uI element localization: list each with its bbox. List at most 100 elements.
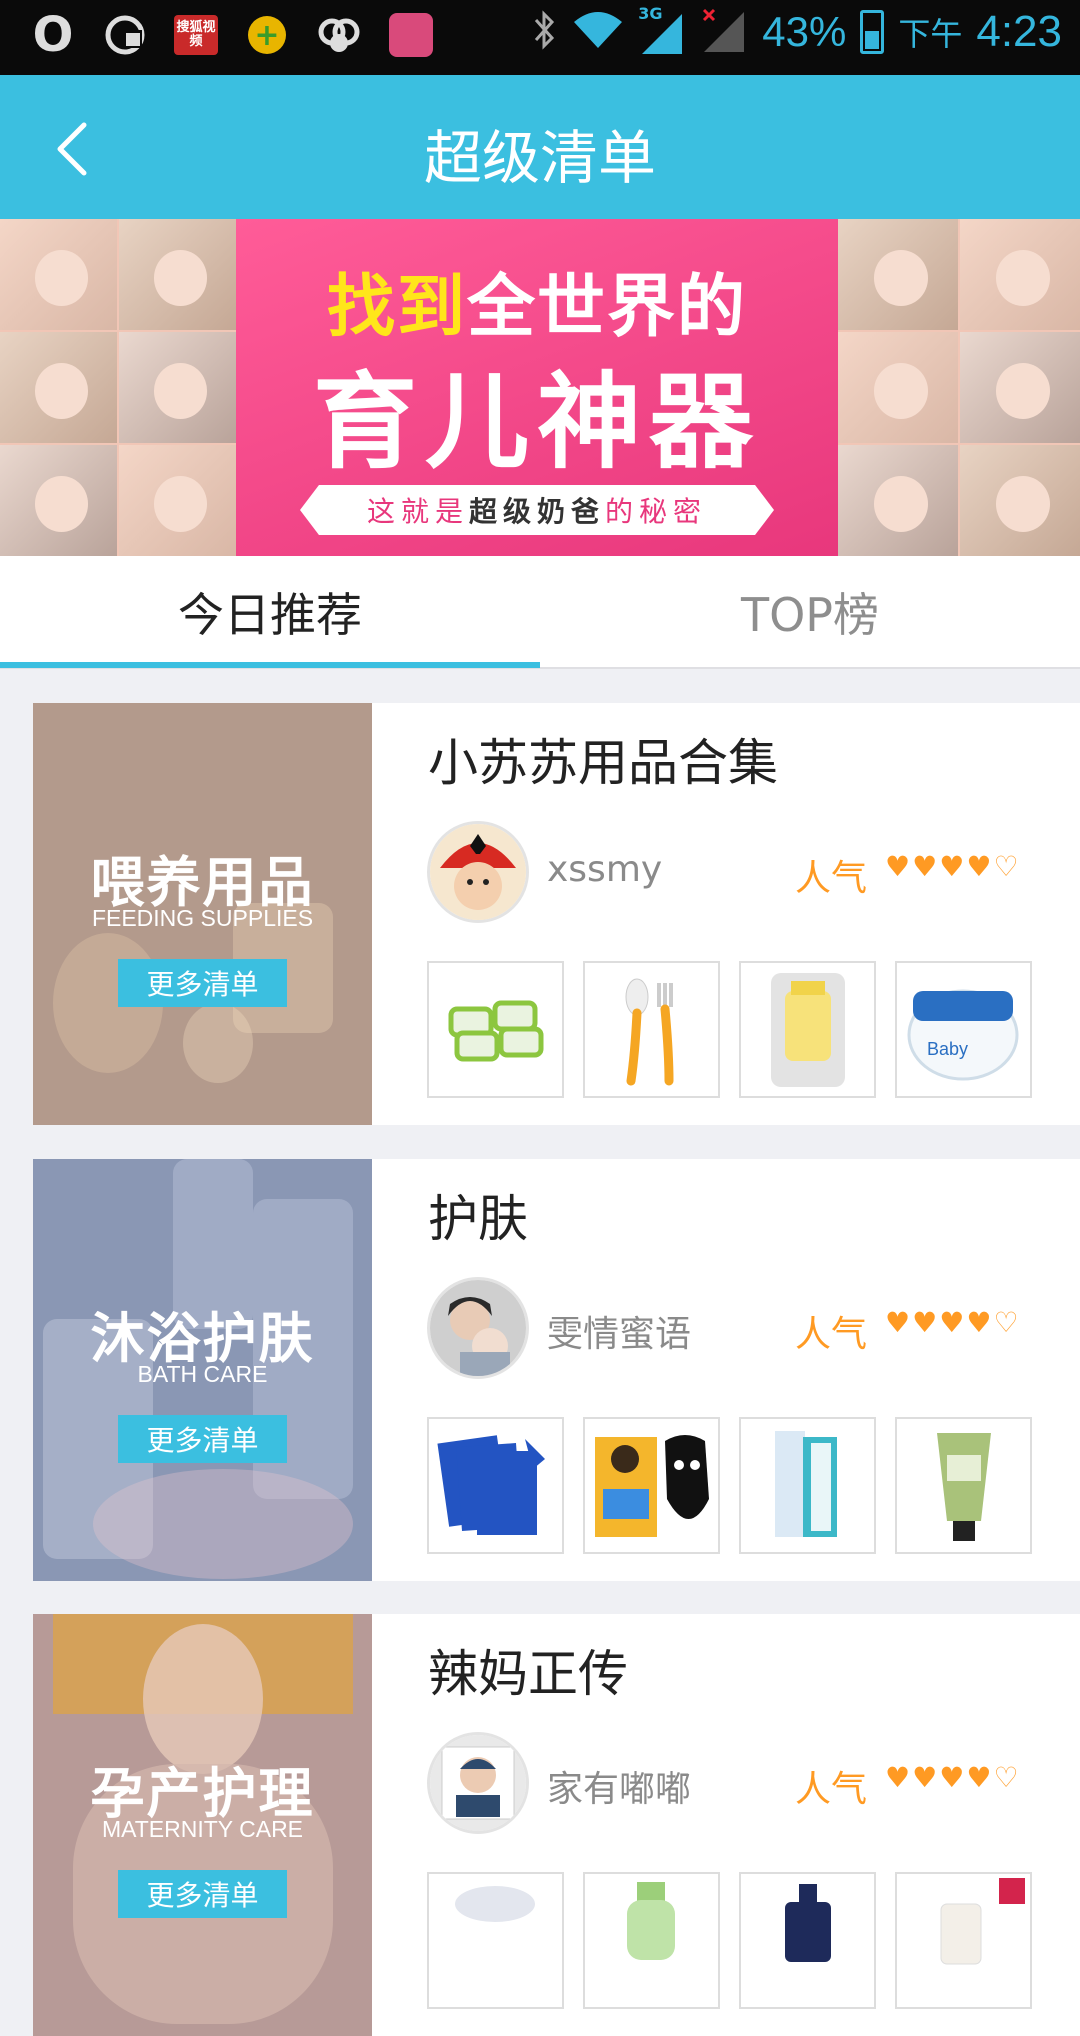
list-card[interactable]: 沐浴护肤 BATH CARE 更多清单 护肤 雯情蜜语 人气 ♥ ♥ ♥ ♥ ♡	[33, 1159, 1080, 1581]
baby-photo	[960, 332, 1080, 443]
author-name[interactable]: xssmy	[547, 849, 662, 890]
list-title[interactable]: 护肤	[428, 1179, 528, 1251]
popularity-rating: ♥ ♥ ♥ ♥ ♡	[885, 853, 1019, 881]
signal-3g-icon: 3G	[638, 4, 686, 56]
more-lists-button[interactable]: 更多清单	[118, 1870, 287, 1918]
sohu-video-icon: 搜狐视频	[174, 15, 218, 55]
popularity-label: 人气	[795, 1769, 868, 1810]
app-header: 超级清单	[0, 75, 1080, 219]
bluetooth-icon	[530, 8, 558, 56]
baby-photo	[119, 219, 236, 330]
heart-filled-icon: ♥	[912, 850, 938, 883]
popularity-rating: ♥ ♥ ♥ ♥ ♡	[885, 1764, 1019, 1792]
page-title: 超级清单	[423, 124, 656, 192]
signal-no-sim-icon	[700, 6, 748, 58]
product-thumbnails: Baby	[427, 961, 1032, 1098]
pink-app-icon	[388, 12, 434, 58]
heart-filled-icon: ♥	[885, 1306, 911, 1339]
product-silhouette	[183, 1003, 253, 1083]
baby-photo	[960, 445, 1080, 556]
svg-text:Baby: Baby	[927, 1039, 968, 1059]
ribbon-suffix: 的秘密	[605, 495, 708, 528]
heart-filled-icon: ♥	[885, 850, 911, 883]
banner-main-title: 育儿神器	[312, 361, 761, 483]
product-thumbnail[interactable]	[895, 1872, 1032, 2009]
heart-outline-icon: ♡	[993, 1761, 1019, 1794]
heart-filled-icon: ♥	[966, 1761, 992, 1794]
product-thumbnail[interactable]	[583, 961, 720, 1098]
cross-app-icon: +	[244, 12, 290, 58]
network-type-label: 3G	[638, 4, 663, 23]
banner-ribbon: 这就是 超级奶爸 的秘密	[300, 485, 774, 535]
baby-photo	[119, 332, 236, 443]
baby-photo	[838, 332, 958, 443]
list-title[interactable]: 辣妈正传	[428, 1634, 628, 1706]
baby-photo	[838, 219, 958, 330]
category-cover[interactable]: 孕产护理 MATERNITY CARE 更多清单	[33, 1614, 372, 2036]
cover-title-en: FEEDING SUPPLIES	[91, 905, 314, 931]
banner-headline-panel: 找到全世界的 育儿神器 这就是 超级奶爸 的秘密	[236, 219, 838, 556]
ribbon-prefix: 这就是	[366, 495, 469, 528]
tab-active-indicator	[0, 662, 540, 668]
product-thumbnails	[427, 1417, 1032, 1554]
product-silhouette	[93, 1469, 353, 1579]
product-thumbnail[interactable]	[739, 1417, 876, 1554]
wifi-icon	[572, 8, 624, 56]
popularity-rating: ♥ ♥ ♥ ♥ ♡	[885, 1309, 1019, 1337]
product-thumbnail[interactable]	[583, 1872, 720, 2009]
gallery-app-icon	[316, 12, 362, 58]
more-lists-button[interactable]: 更多清单	[118, 1415, 287, 1463]
list-card[interactable]: 喂养用品 FEEDING SUPPLIES 更多清单 小苏苏用品合集 xssmy…	[33, 703, 1080, 1125]
battery-percent: 43%	[762, 8, 847, 55]
cover-title-en: MATERNITY CARE	[101, 1816, 304, 1842]
product-thumbnail[interactable]	[739, 961, 876, 1098]
product-thumbnail[interactable]	[427, 1872, 564, 2009]
avatar[interactable]	[427, 1732, 529, 1834]
heart-filled-icon: ♥	[885, 1761, 911, 1794]
list-title[interactable]: 小苏苏用品合集	[428, 723, 778, 795]
avatar[interactable]	[427, 1277, 529, 1379]
more-lists-button[interactable]: 更多清单	[118, 959, 287, 1007]
ribbon-bold: 超级奶爸	[468, 495, 605, 528]
heart-filled-icon: ♥	[966, 1306, 992, 1339]
heart-filled-icon: ♥	[912, 1306, 938, 1339]
status-bar-system: 3G 43% 下午 4:23	[530, 4, 1062, 58]
heart-filled-icon: ♥	[939, 1306, 965, 1339]
category-cover[interactable]: 沐浴护肤 BATH CARE 更多清单	[33, 1159, 372, 1581]
battery-icon	[860, 10, 885, 54]
heart-outline-icon: ♡	[993, 850, 1019, 883]
product-thumbnail[interactable]: Baby	[895, 961, 1032, 1098]
status-bar: O 搜狐视频 + 3G 43% 下午 4:23	[0, 0, 1080, 75]
heart-filled-icon: ♥	[939, 850, 965, 883]
product-thumbnail[interactable]	[583, 1417, 720, 1554]
author-name[interactable]: 家有嘟嘟	[547, 1760, 691, 1812]
product-thumbnail[interactable]	[895, 1417, 1032, 1554]
heart-filled-icon: ♥	[966, 850, 992, 883]
baby-photo	[0, 332, 117, 443]
tab-today-recommend[interactable]: 今日推荐	[0, 556, 540, 667]
list-card[interactable]: 孕产护理 MATERNITY CARE 更多清单 辣妈正传 家有嘟嘟 人气 ♥ …	[33, 1614, 1080, 2036]
banner-photo-grid-right	[838, 219, 1080, 556]
tab-top-list[interactable]: TOP榜	[540, 556, 1080, 667]
baby-photo	[0, 219, 117, 330]
banner-headline-highlight: 找到	[326, 268, 467, 347]
promo-banner[interactable]: 找到全世界的 育儿神器 这就是 超级奶爸 的秘密	[0, 219, 1080, 556]
avatar[interactable]	[427, 821, 529, 923]
product-thumbnail[interactable]	[427, 961, 564, 1098]
product-thumbnail[interactable]	[739, 1872, 876, 2009]
author-name[interactable]: 雯情蜜语	[547, 1305, 691, 1357]
tab-bar: 今日推荐 TOP榜	[0, 556, 1080, 669]
category-cover[interactable]: 喂养用品 FEEDING SUPPLIES 更多清单	[33, 703, 372, 1125]
banner-headline: 找到全世界的	[236, 251, 838, 350]
baby-photo	[960, 219, 1080, 330]
clock: 4:23	[976, 7, 1062, 56]
baidu-icon	[102, 12, 148, 58]
heart-filled-icon: ♥	[939, 1761, 965, 1794]
product-thumbnail[interactable]	[427, 1417, 564, 1554]
cover-title-en: BATH CARE	[137, 1361, 268, 1387]
baby-photo	[119, 445, 236, 556]
status-bar-notifications: O 搜狐视频 +	[30, 8, 434, 61]
time-ampm: 下午	[898, 15, 963, 53]
banner-headline-rest: 全世界的	[467, 268, 748, 347]
popularity-label: 人气	[795, 858, 868, 899]
